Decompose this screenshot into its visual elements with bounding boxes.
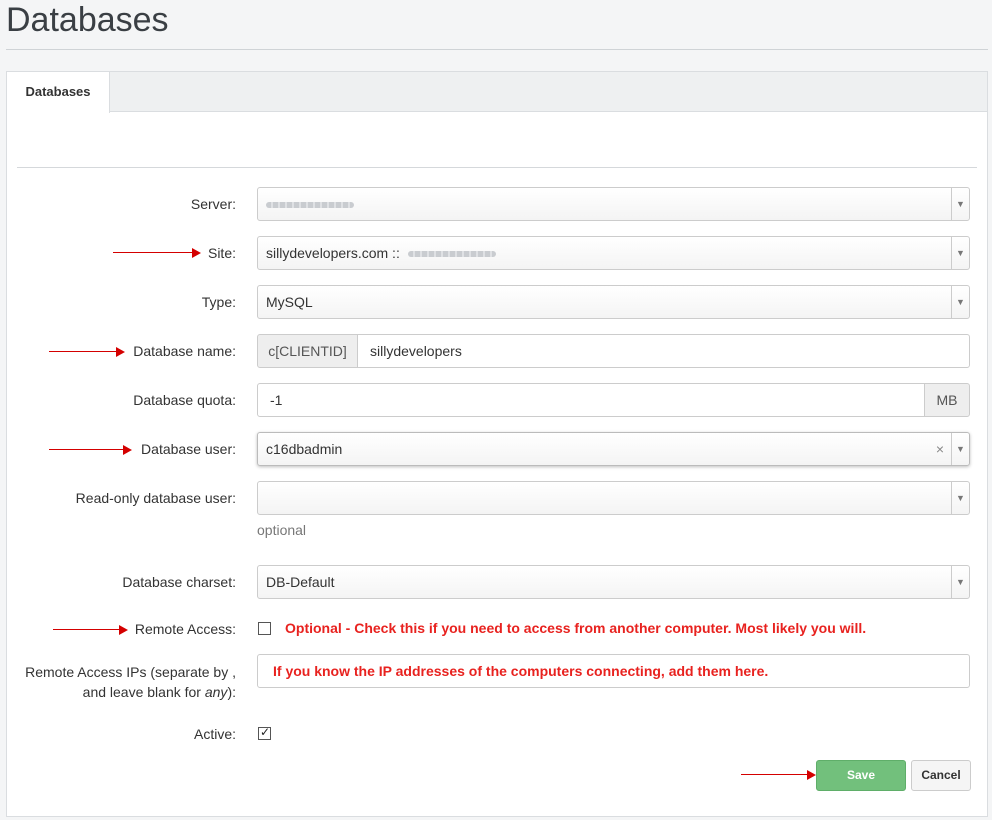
annotation-arrow-site	[113, 248, 201, 258]
remote-ips-note: If you know the IP addresses of the comp…	[273, 663, 769, 679]
chevron-down-icon: ▼	[951, 433, 969, 465]
database-name-prefix: c[CLIENTID]	[257, 334, 358, 368]
annotation-arrow-database-name	[49, 347, 125, 357]
site-label: Site:	[207, 245, 236, 261]
charset-select[interactable]: DB-Default ▼	[257, 565, 970, 599]
chevron-down-icon: ▼	[951, 286, 969, 318]
annotation-arrow-database-user	[49, 445, 132, 455]
site-select[interactable]: sillydevelopers.com :: ▼	[257, 236, 970, 270]
tab-databases[interactable]: Databases	[7, 72, 110, 113]
clear-icon[interactable]: ×	[936, 433, 944, 465]
checkmark-icon: ✓	[260, 725, 271, 739]
server-select[interactable]: ▼	[257, 187, 970, 221]
readonly-user-select[interactable]: ▼	[257, 481, 970, 515]
annotation-arrow-save	[741, 770, 816, 780]
remote-ips-label-end: ):	[227, 684, 236, 700]
chevron-down-icon: ▼	[951, 237, 969, 269]
page-title: Databases	[6, 1, 169, 39]
server-label: Server:	[190, 196, 236, 212]
database-user-label: Database user:	[141, 441, 236, 457]
title-divider	[6, 49, 988, 50]
charset-label: Database charset:	[122, 574, 236, 590]
type-select[interactable]: MySQL ▼	[257, 285, 970, 319]
remote-ips-input[interactable]: If you know the IP addresses of the comp…	[257, 654, 970, 688]
remote-ips-label-em: any	[204, 684, 228, 700]
annotation-arrow-remote-access	[53, 625, 128, 635]
active-checkbox[interactable]: ✓	[258, 725, 271, 740]
readonly-user-label: Read-only database user:	[75, 490, 236, 506]
chevron-down-icon: ▼	[951, 188, 969, 220]
database-user-value: c16dbadmin	[266, 441, 343, 457]
remote-ips-label-line1: Remote Access IPs (separate by ,	[25, 664, 236, 680]
server-value-redacted	[266, 202, 354, 209]
type-value: MySQL	[266, 294, 313, 310]
remote-access-label: Remote Access:	[134, 621, 236, 637]
database-user-select[interactable]: c16dbadmin × ▼	[257, 432, 970, 466]
chevron-down-icon: ▼	[951, 482, 969, 514]
database-quota-group: -1 MB	[257, 383, 970, 417]
database-quota-input[interactable]: -1	[257, 383, 925, 417]
remote-access-note: Optional - Check this if you need to acc…	[285, 620, 867, 636]
remote-ips-label: Remote Access IPs (separate by , and lea…	[0, 662, 236, 702]
readonly-user-hint: optional	[257, 522, 307, 538]
database-name-group: c[CLIENTID] sillydevelopers	[257, 334, 970, 368]
active-label: Active:	[193, 726, 236, 742]
remote-ips-label-line2: and leave blank for	[82, 684, 205, 700]
database-name-input[interactable]: sillydevelopers	[357, 334, 970, 368]
chevron-down-icon: ▼	[951, 566, 969, 598]
form-divider	[17, 167, 977, 168]
site-value: sillydevelopers.com ::	[266, 245, 400, 261]
type-label: Type:	[201, 294, 236, 310]
save-button[interactable]: Save	[816, 760, 906, 791]
tab-bar: Databases	[7, 72, 987, 113]
charset-value: DB-Default	[266, 574, 335, 590]
site-value-redacted	[407, 251, 496, 258]
database-quota-label: Database quota:	[133, 392, 236, 408]
database-quota-unit: MB	[924, 383, 970, 417]
database-name-label: Database name:	[133, 343, 236, 359]
remote-access-checkbox[interactable]	[258, 622, 271, 635]
cancel-button[interactable]: Cancel	[911, 760, 971, 791]
